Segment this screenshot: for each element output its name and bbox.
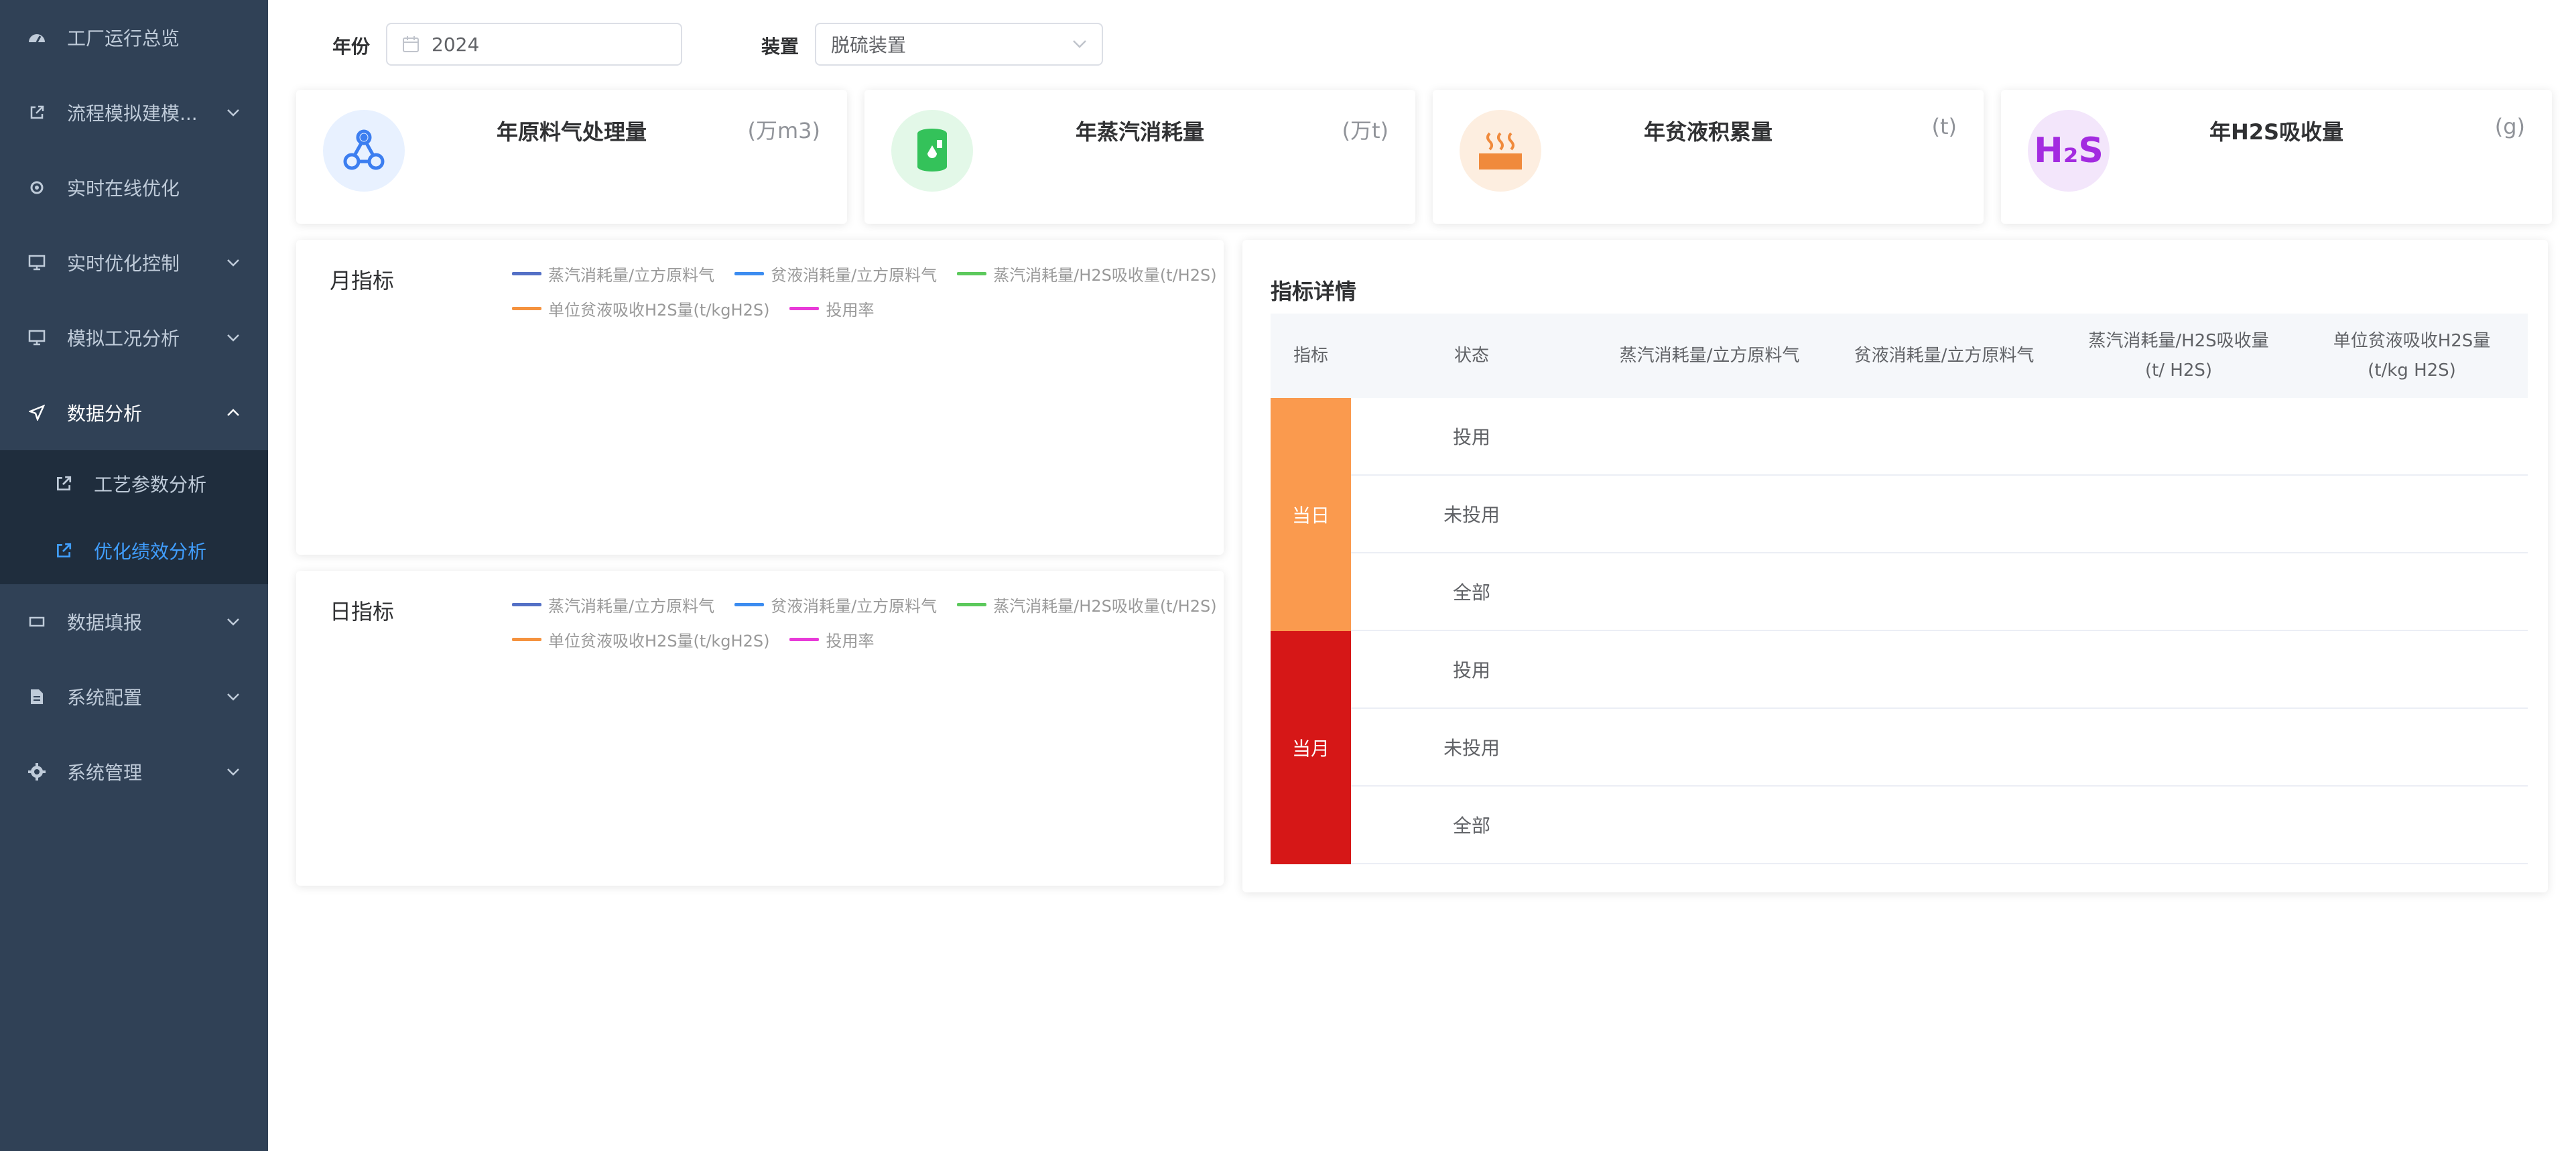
- heat-icon: [1460, 110, 1541, 192]
- sidebar-item-realtime-optimization-control[interactable]: 实时优化控制: [0, 225, 268, 300]
- chevron-down-icon: [225, 689, 241, 705]
- sidebar-item-system-management[interactable]: 系统管理: [0, 734, 268, 809]
- chart-legend: 蒸汽消耗量/立方原料气 贫液消耗量/立方原料气 蒸汽消耗量/H2S吸收量(t/H…: [512, 594, 1249, 651]
- group-label: 当日: [1271, 398, 1351, 631]
- external-link-icon: [54, 541, 74, 561]
- column-header: 贫液消耗量/立方原料气: [1854, 346, 2035, 366]
- card-unit: (t): [1931, 114, 1957, 139]
- column-header: 指标: [1293, 346, 1328, 366]
- year-picker[interactable]: 2024: [386, 23, 682, 66]
- sidebar-item-process-parameter-analysis[interactable]: 工艺参数分析: [0, 450, 268, 517]
- sidebar-item-data-analysis[interactable]: 数据分析: [0, 375, 268, 450]
- status-cell: 投用: [1452, 426, 1490, 448]
- indicator-detail-table: 指标 状态 蒸汽消耗量/立方原料气 贫液消耗量/立方原料气 蒸汽消耗量/H2S吸…: [1271, 314, 2528, 864]
- legend-item[interactable]: 单位贫液吸收H2S量(t/kgH2S): [512, 628, 769, 651]
- sidebar: 工厂运行总览 流程模拟建模... 实时在线优化 实时优化控制 模拟工况分析 数据…: [0, 0, 268, 1151]
- chevron-down-icon: [225, 255, 241, 271]
- chevron-down-icon: [1072, 40, 1087, 49]
- calendar-icon: [402, 36, 420, 53]
- column-header: 蒸汽消耗量/立方原料气: [1619, 346, 1800, 366]
- legend-item[interactable]: 蒸汽消耗量/立方原料气: [512, 263, 714, 285]
- device-select[interactable]: 脱硫装置: [815, 23, 1103, 66]
- chevron-down-icon: [225, 105, 241, 121]
- legend-item[interactable]: 贫液消耗量/立方原料气: [734, 594, 937, 616]
- legend-item[interactable]: 蒸汽消耗量/立方原料气: [512, 594, 714, 616]
- card-title: 年原料气处理量: [496, 119, 647, 145]
- status-cell: 全部: [1452, 815, 1490, 837]
- monthly-indicator-panel: 月指标 蒸汽消耗量/立方原料气 贫液消耗量/立方原料气 蒸汽消耗量/H2S吸收量…: [296, 240, 1224, 555]
- device-value: 脱硫装置: [831, 34, 907, 56]
- table-row: 全部: [1351, 553, 2528, 631]
- card-feed-gas: 年原料气处理量 (万m3): [296, 90, 847, 224]
- h2s-icon: H₂S: [2028, 110, 2110, 192]
- settings-icon: [27, 178, 47, 198]
- status-cell: 未投用: [1443, 737, 1500, 759]
- external-link-icon: [27, 103, 47, 123]
- indicator-detail-panel: 指标详情 指标 状态 蒸汽消耗量/立方原料气 贫液消耗量/立方原料气 蒸汽消耗量…: [1242, 240, 2548, 892]
- status-cell: 全部: [1452, 582, 1490, 604]
- table-row: 投用: [1351, 398, 2528, 476]
- gear-icon: [27, 762, 47, 782]
- sidebar-item-overview[interactable]: 工厂运行总览: [0, 0, 268, 75]
- chevron-down-icon: [225, 614, 241, 630]
- sidebar-item-realtime-online-optimization[interactable]: 实时在线优化: [0, 150, 268, 225]
- table-row: 未投用: [1351, 476, 2528, 553]
- rectangle-icon: [27, 612, 47, 632]
- panel-title: 日指标: [330, 599, 395, 624]
- column-header: 单位贫液吸收H2S量(t/kg H2S): [2333, 331, 2491, 381]
- table-group-today: 当日 投用 未投用 全部: [1271, 398, 2528, 631]
- year-value: 2024: [432, 33, 480, 56]
- daily-indicator-panel: 日指标 蒸汽消耗量/立方原料气 贫液消耗量/立方原料气 蒸汽消耗量/H2S吸收量…: [296, 571, 1224, 886]
- filter-bar: 年份 2024 装置 脱硫装置: [268, 0, 2576, 80]
- card-unit: (g): [2494, 114, 2525, 139]
- panel-title: 月指标: [330, 268, 395, 293]
- card-steam: 年蒸汽消耗量 (万t): [864, 90, 1415, 224]
- sidebar-item-optimization-performance-analysis[interactable]: 优化绩效分析: [0, 517, 268, 584]
- panel-title: 指标详情: [1271, 279, 1357, 304]
- sidebar-item-simulation-analysis[interactable]: 模拟工况分析: [0, 300, 268, 375]
- status-cell: 投用: [1452, 659, 1490, 681]
- monitor-icon: [27, 253, 47, 273]
- chevron-down-icon: [225, 764, 241, 780]
- device-label: 装置: [761, 36, 799, 58]
- chevron-down-icon: [225, 330, 241, 346]
- table-row: 投用: [1351, 631, 2528, 709]
- card-lean-liquid: 年贫液积累量 (t): [1433, 90, 1984, 224]
- card-title: 年贫液积累量: [1643, 119, 1773, 145]
- external-link-icon: [54, 474, 74, 494]
- card-unit: (万t): [1342, 118, 1389, 143]
- legend-item[interactable]: 蒸汽消耗量/H2S吸收量(t/H2S): [957, 594, 1217, 616]
- table-header: 指标 状态 蒸汽消耗量/立方原料气 贫液消耗量/立方原料气 蒸汽消耗量/H2S吸…: [1271, 314, 2528, 398]
- table-group-month: 当月 投用 未投用 全部: [1271, 631, 2528, 864]
- dashboard-icon: [27, 27, 47, 48]
- card-unit: (万m3): [747, 118, 820, 143]
- card-title: 年蒸汽消耗量: [1075, 119, 1204, 145]
- sidebar-item-process-modeling[interactable]: 流程模拟建模...: [0, 75, 268, 150]
- monitor-icon: [27, 328, 47, 348]
- card-title: 年H2S吸收量: [2209, 119, 2344, 145]
- column-header: 蒸汽消耗量/H2S吸收量(t/ H2S): [2088, 331, 2269, 381]
- legend-item[interactable]: 单位贫液吸收H2S量(t/kgH2S): [512, 297, 769, 320]
- sidebar-item-data-entry[interactable]: 数据填报: [0, 584, 268, 659]
- sidebar-submenu-data-analysis: 工艺参数分析 优化绩效分析: [0, 450, 268, 584]
- document-icon: [27, 687, 47, 707]
- group-label: 当月: [1271, 631, 1351, 864]
- legend-item[interactable]: 蒸汽消耗量/H2S吸收量(t/H2S): [957, 263, 1217, 285]
- legend-item[interactable]: 贫液消耗量/立方原料气: [734, 263, 937, 285]
- main-content: 年份 2024 装置 脱硫装置 年原料气处理量 (万m3) 年蒸汽消耗量 (万t…: [268, 0, 2576, 1151]
- card-h2s: H₂S 年H2S吸收量 (g): [2001, 90, 2552, 224]
- legend-item[interactable]: 投用率: [789, 628, 874, 651]
- year-label: 年份: [332, 36, 371, 58]
- legend-item[interactable]: 投用率: [789, 297, 874, 320]
- send-icon: [27, 403, 47, 423]
- status-cell: 未投用: [1443, 504, 1500, 526]
- column-header: 状态: [1454, 346, 1489, 366]
- chart-legend: 蒸汽消耗量/立方原料气 贫液消耗量/立方原料气 蒸汽消耗量/H2S吸收量(t/H…: [512, 263, 1249, 320]
- barrel-icon: [891, 110, 973, 192]
- table-row: 全部: [1351, 787, 2528, 864]
- molecule-icon: [323, 110, 405, 192]
- chevron-up-icon: [225, 405, 241, 421]
- sidebar-item-system-config[interactable]: 系统配置: [0, 659, 268, 734]
- table-row: 未投用: [1351, 709, 2528, 787]
